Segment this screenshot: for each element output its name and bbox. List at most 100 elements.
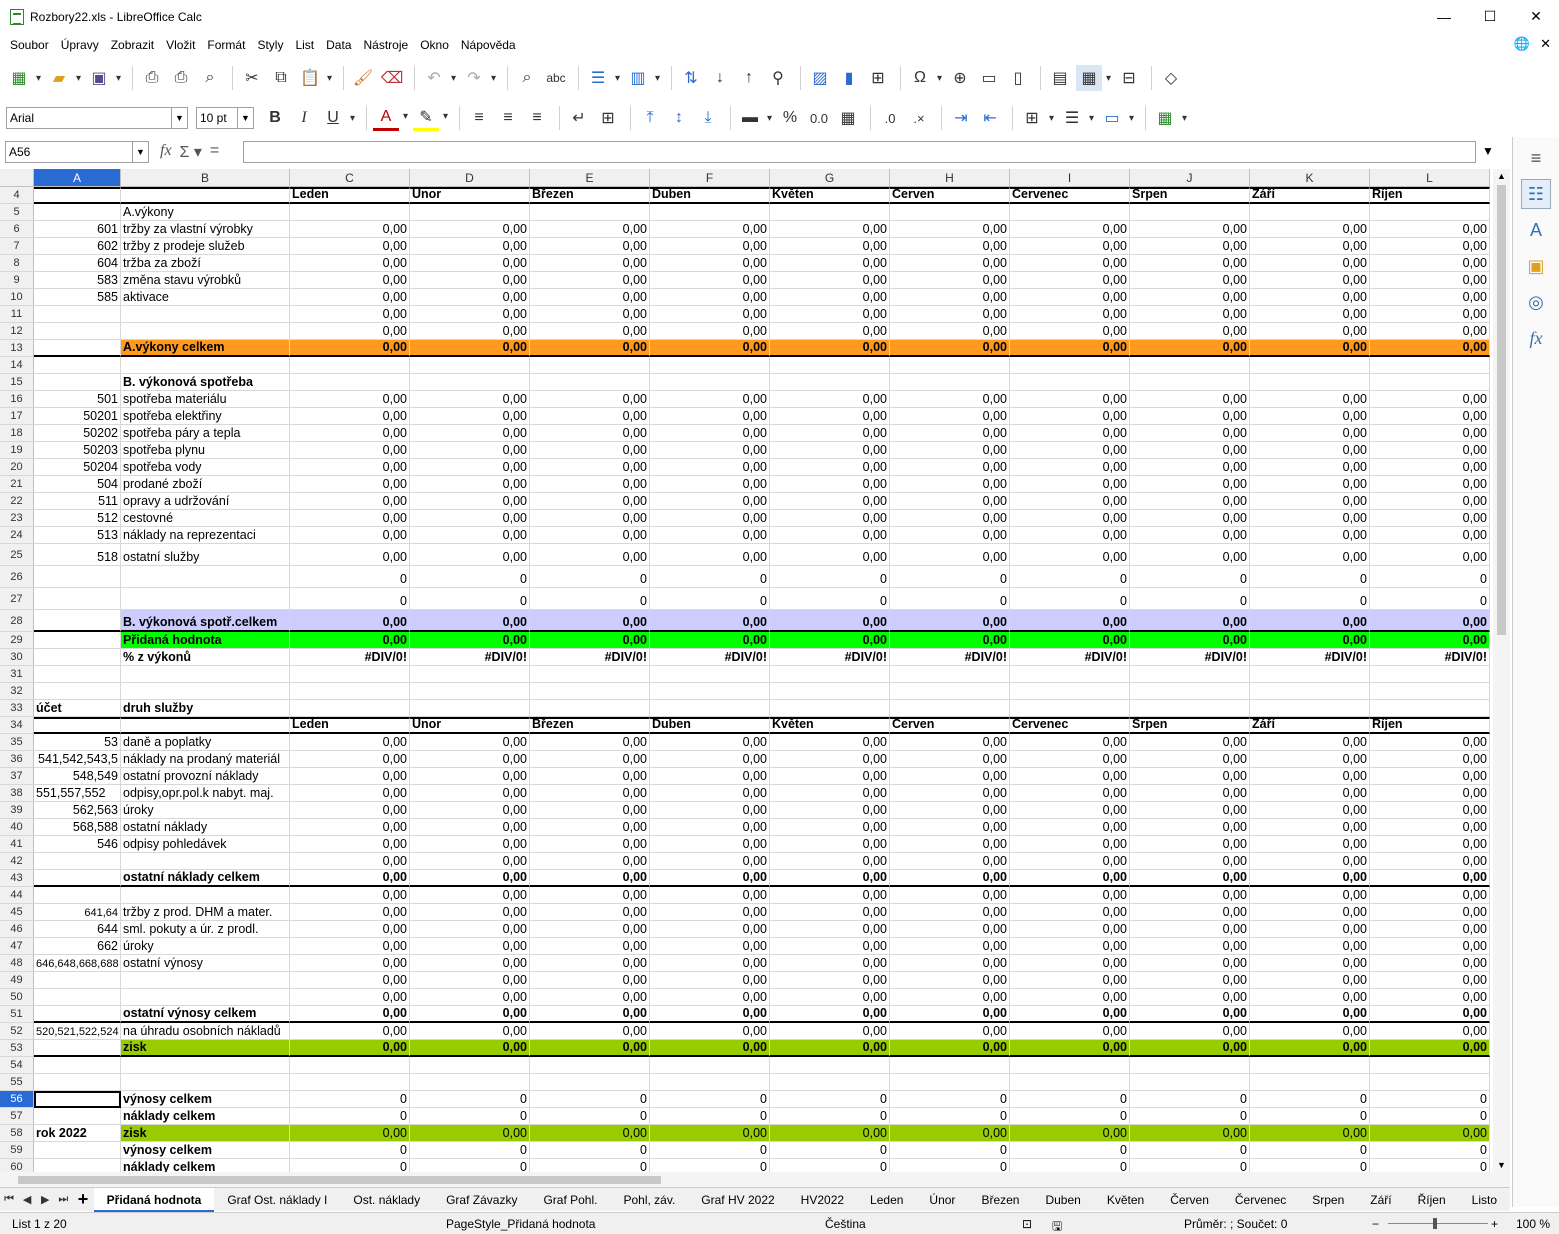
cell-l43[interactable]: 0,00 xyxy=(1370,870,1490,887)
cell-e23[interactable]: 0,00 xyxy=(530,510,650,527)
cell-e10[interactable]: 0,00 xyxy=(530,289,650,306)
cell-a58[interactable]: rok 2022 xyxy=(34,1125,121,1142)
cell-a36[interactable]: 541,542,543,5 xyxy=(34,751,121,768)
cell-j41[interactable]: 0,00 xyxy=(1130,836,1250,853)
cell-g53[interactable]: 0,00 xyxy=(770,1040,890,1057)
cell-h29[interactable]: 0,00 xyxy=(890,632,1010,649)
cell-b26[interactable] xyxy=(121,566,290,588)
zoom-slider-handle[interactable] xyxy=(1433,1218,1437,1229)
cell-k18[interactable]: 0,00 xyxy=(1250,425,1370,442)
minimize-button[interactable]: — xyxy=(1421,0,1467,33)
cell-f59[interactable]: 0 xyxy=(650,1142,770,1159)
cell-d5[interactable] xyxy=(410,204,530,221)
cell-g33[interactable] xyxy=(770,700,890,717)
cell-d21[interactable]: 0,00 xyxy=(410,476,530,493)
cell-f37[interactable]: 0,00 xyxy=(650,768,770,785)
cell-c5[interactable] xyxy=(290,204,410,221)
cell-e28[interactable]: 0,00 xyxy=(530,610,650,632)
cell-i58[interactable]: 0,00 xyxy=(1010,1125,1130,1142)
cell-e46[interactable]: 0,00 xyxy=(530,921,650,938)
print-preview-icon[interactable]: ⌕ xyxy=(197,65,223,91)
cell-c15[interactable] xyxy=(290,374,410,391)
cell-d15[interactable] xyxy=(410,374,530,391)
scroll-up-icon[interactable]: ▲ xyxy=(1493,171,1510,181)
cell-e42[interactable]: 0,00 xyxy=(530,853,650,870)
cell-e25[interactable]: 0,00 xyxy=(530,544,650,566)
cell-i8[interactable]: 0,00 xyxy=(1010,255,1130,272)
cell-e18[interactable]: 0,00 xyxy=(530,425,650,442)
cell-h59[interactable]: 0 xyxy=(890,1142,1010,1159)
cell-b37[interactable]: ostatní provozní náklady xyxy=(121,768,290,785)
cell-a53[interactable] xyxy=(34,1040,121,1057)
cell-c54[interactable] xyxy=(290,1057,410,1074)
cell-d54[interactable] xyxy=(410,1057,530,1074)
vertical-scrollbar[interactable]: ▲ ▼ xyxy=(1493,169,1510,1172)
paste-icon[interactable]: 📋 xyxy=(297,65,332,91)
cell-e20[interactable]: 0,00 xyxy=(530,459,650,476)
cell-c31[interactable] xyxy=(290,666,410,683)
cell-i45[interactable]: 0,00 xyxy=(1010,904,1130,921)
row-header-43[interactable]: 43 xyxy=(0,870,34,887)
menu-upravy[interactable]: Úpravy xyxy=(55,38,105,52)
cell-b44[interactable] xyxy=(121,887,290,904)
cell-j4[interactable]: Srpen xyxy=(1130,187,1250,204)
cell-d12[interactable]: 0,00 xyxy=(410,323,530,340)
cell-a22[interactable]: 511 xyxy=(34,493,121,510)
cell-a48[interactable]: 646,648,668,688 xyxy=(34,955,121,972)
row-header-48[interactable]: 48 xyxy=(0,955,34,972)
bold-icon[interactable]: B xyxy=(262,105,288,131)
row-header-24[interactable]: 24 xyxy=(0,527,34,544)
cell-l15[interactable] xyxy=(1370,374,1490,391)
cell-k55[interactable] xyxy=(1250,1074,1370,1091)
cell-d8[interactable]: 0,00 xyxy=(410,255,530,272)
cell-e31[interactable] xyxy=(530,666,650,683)
cell-d4[interactable]: Únor xyxy=(410,187,530,204)
cell-h41[interactable]: 0,00 xyxy=(890,836,1010,853)
cell-c47[interactable]: 0,00 xyxy=(290,938,410,955)
sheet-tab[interactable]: Srpen xyxy=(1299,1188,1357,1212)
chevron-down-icon[interactable]: ▼ xyxy=(132,142,148,162)
cell-k15[interactable] xyxy=(1250,374,1370,391)
cell-a8[interactable]: 604 xyxy=(34,255,121,272)
cell-g41[interactable]: 0,00 xyxy=(770,836,890,853)
cell-k23[interactable]: 0,00 xyxy=(1250,510,1370,527)
cell-c12[interactable]: 0,00 xyxy=(290,323,410,340)
cell-i33[interactable] xyxy=(1010,700,1130,717)
cell-a49[interactable] xyxy=(34,972,121,989)
cell-f32[interactable] xyxy=(650,683,770,700)
cell-i24[interactable]: 0,00 xyxy=(1010,527,1130,544)
cell-b51[interactable]: ostatní výnosy celkem xyxy=(121,1006,290,1023)
cell-e36[interactable]: 0,00 xyxy=(530,751,650,768)
cell-g16[interactable]: 0,00 xyxy=(770,391,890,408)
increase-indent-icon[interactable]: ⇥ xyxy=(948,105,974,131)
cell-c38[interactable]: 0,00 xyxy=(290,785,410,802)
row-header-33[interactable]: 33 xyxy=(0,700,34,717)
cell-h50[interactable]: 0,00 xyxy=(890,989,1010,1006)
cell-g8[interactable]: 0,00 xyxy=(770,255,890,272)
cell-i53[interactable]: 0,00 xyxy=(1010,1040,1130,1057)
cell-a16[interactable]: 501 xyxy=(34,391,121,408)
cell-i19[interactable]: 0,00 xyxy=(1010,442,1130,459)
cell-g22[interactable]: 0,00 xyxy=(770,493,890,510)
cell-g14[interactable] xyxy=(770,357,890,374)
cell-f19[interactable]: 0,00 xyxy=(650,442,770,459)
cell-b13[interactable]: A.výkony celkem xyxy=(121,340,290,357)
cell-e32[interactable] xyxy=(530,683,650,700)
cell-k20[interactable]: 0,00 xyxy=(1250,459,1370,476)
cell-i5[interactable] xyxy=(1010,204,1130,221)
cell-g27[interactable]: 0 xyxy=(770,588,890,610)
cell-h26[interactable]: 0 xyxy=(890,566,1010,588)
sort-ascending-icon[interactable]: ↓ xyxy=(707,65,733,91)
cell-e35[interactable]: 0,00 xyxy=(530,734,650,751)
cell-l18[interactable]: 0,00 xyxy=(1370,425,1490,442)
cell-g19[interactable]: 0,00 xyxy=(770,442,890,459)
cell-k16[interactable]: 0,00 xyxy=(1250,391,1370,408)
cell-h57[interactable]: 0 xyxy=(890,1108,1010,1125)
row-header-35[interactable]: 35 xyxy=(0,734,34,751)
menu-okno[interactable]: Okno xyxy=(414,38,455,52)
cell-i34[interactable]: Červenec xyxy=(1010,717,1130,734)
cell-h27[interactable]: 0 xyxy=(890,588,1010,610)
globe-icon[interactable]: 🌐 xyxy=(1514,36,1530,52)
cell-d39[interactable]: 0,00 xyxy=(410,802,530,819)
export-pdf-icon[interactable]: ⎙ xyxy=(139,65,165,91)
